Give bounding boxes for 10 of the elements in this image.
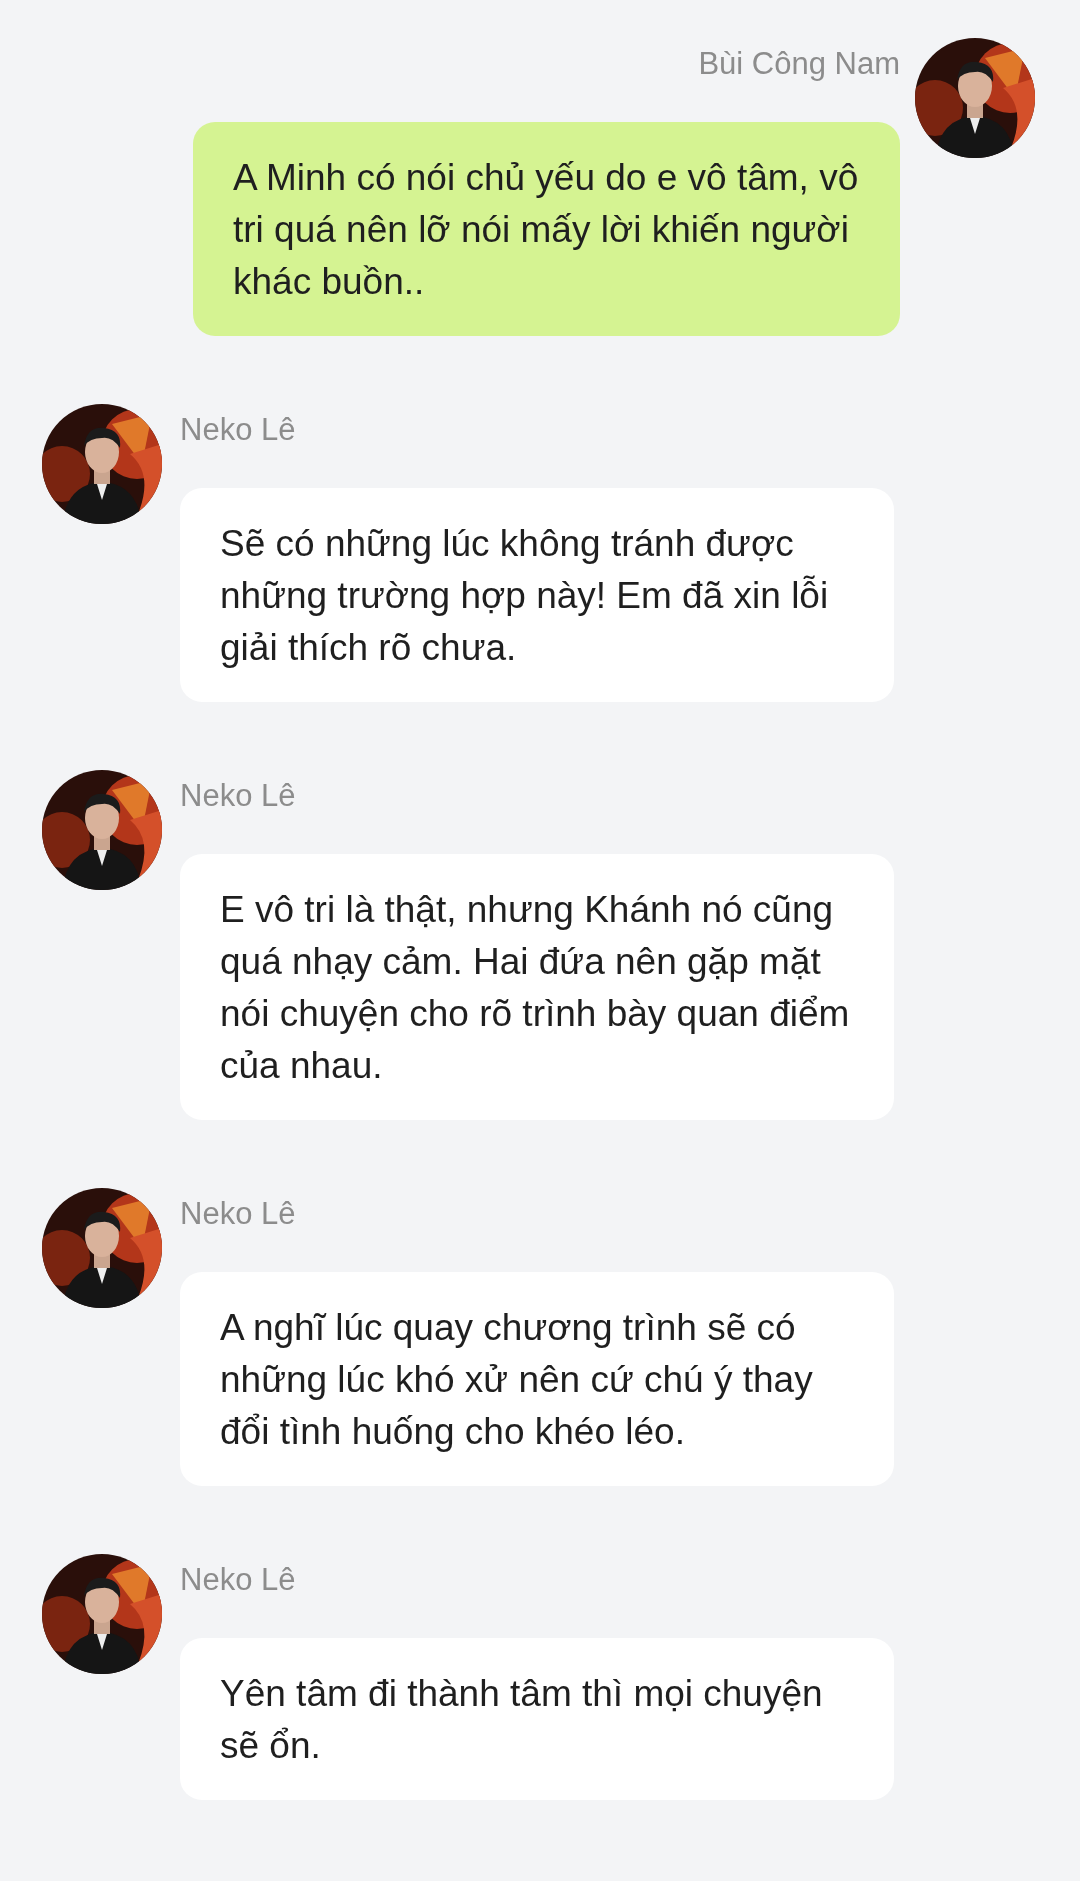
message-bubble: Yên tâm đi thành tâm thì mọi chuyện sẽ ổn.	[180, 1638, 894, 1800]
message-bubble: A Minh có nói chủ yếu do e vô tâm, vô tri quá nên lỡ nói mấy lời khiến người khác buồn..	[193, 122, 900, 336]
sender-name: Bùi Công Nam	[698, 46, 900, 82]
sender-name: Neko Lê	[180, 778, 296, 814]
sender-name: Neko Lê	[180, 412, 296, 448]
message-bubble: A nghĩ lúc quay chương trình sẽ có những lúc khó xử nên cứ chú ý thay đổi tình huống cho khéo léo.	[180, 1272, 894, 1486]
sender-name: Neko Lê	[180, 1562, 296, 1598]
message-bubble: E vô tri là thật, nhưng Khánh nó cũng quá nhạy cảm. Hai đứa nên gặp mặt nói chuyện cho rõ trình bày quan điểm của nhau.	[180, 854, 894, 1120]
sender-name: Neko Lê	[180, 1196, 296, 1232]
message-bubble: Sẽ có những lúc không tránh được những trường hợp này! Em đã xin lỗi giải thích rõ chưa.	[180, 488, 894, 702]
